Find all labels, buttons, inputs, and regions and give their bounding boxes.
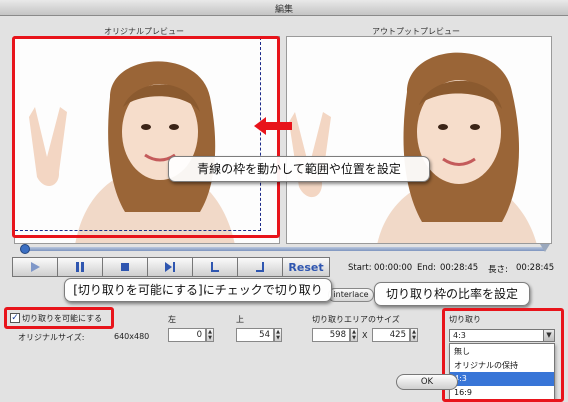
timeline-end-marker[interactable]: [540, 244, 550, 252]
start-value: 00:00:00: [374, 263, 413, 273]
preview-highlight-box: [12, 36, 280, 238]
step-forward-icon: [165, 262, 175, 272]
length-value: 00:28:45: [516, 263, 555, 273]
left-label: 左: [168, 315, 176, 324]
mark-in-icon: [211, 262, 219, 272]
stop-icon: [121, 263, 129, 271]
output-preview-image: [287, 37, 551, 243]
timeline-track: [20, 247, 546, 251]
start-label: Start:: [348, 263, 372, 273]
crop-height-stepper[interactable]: ▲ ▼: [410, 328, 418, 342]
original-size-label: オリジナルサイズ:: [18, 333, 85, 342]
size-separator: X: [362, 331, 368, 340]
play-icon: [31, 262, 40, 272]
top-input[interactable]: 54: [236, 328, 274, 342]
end-value: 00:28:45: [440, 263, 479, 273]
output-preview: [286, 36, 552, 244]
pointer-arrow-icon: [254, 117, 292, 135]
top-stepper[interactable]: ▲ ▼: [274, 328, 282, 342]
crop-area-size-label: 切り取りエリアのサイズ: [312, 315, 400, 324]
stop-button[interactable]: [102, 257, 147, 277]
left-input[interactable]: 0: [168, 328, 206, 342]
ratio-highlight: [442, 308, 564, 402]
title-bar: 編集: [0, 0, 568, 16]
crop-width-stepper[interactable]: ▲ ▼: [350, 328, 358, 342]
length-label: 長さ:: [488, 265, 508, 275]
crop-width-input[interactable]: 598: [312, 328, 350, 342]
left-stepper[interactable]: ▲ ▼: [206, 328, 214, 342]
original-size-value: 640x480: [114, 332, 150, 341]
mark-out-button[interactable]: [237, 257, 282, 277]
deinterlace-button[interactable]: interlace: [328, 288, 374, 302]
top-label: 上: [236, 315, 244, 324]
enable-crop-highlight: [4, 307, 114, 329]
ratio-callout: 切り取り枠の比率を設定: [374, 282, 530, 306]
end-label: End:: [417, 263, 437, 273]
crop-height-input[interactable]: 425: [372, 328, 410, 342]
reset-button[interactable]: Reset: [282, 257, 330, 277]
enable-check-callout: [切り取りを可能にする]にチェックで切り取り: [64, 278, 332, 302]
pause-icon: [76, 262, 84, 272]
step-forward-button[interactable]: [147, 257, 192, 277]
window-title: 編集: [274, 5, 293, 15]
mark-in-button[interactable]: [192, 257, 237, 277]
timeline-knob[interactable]: [20, 244, 30, 254]
timeline-slider[interactable]: [14, 244, 552, 254]
mark-out-icon: [256, 262, 264, 272]
edit-window: オリジナルプレビュー アウトプットプレビュー 青線の枠を動かして範囲や位置を設定…: [0, 16, 568, 402]
ok-button[interactable]: OK: [396, 374, 458, 390]
playback-controls: Reset: [12, 257, 330, 277]
crop-frame-callout: 青線の枠を動かして範囲や位置を設定: [168, 156, 430, 182]
pause-button[interactable]: [57, 257, 102, 277]
play-button[interactable]: [12, 257, 57, 277]
